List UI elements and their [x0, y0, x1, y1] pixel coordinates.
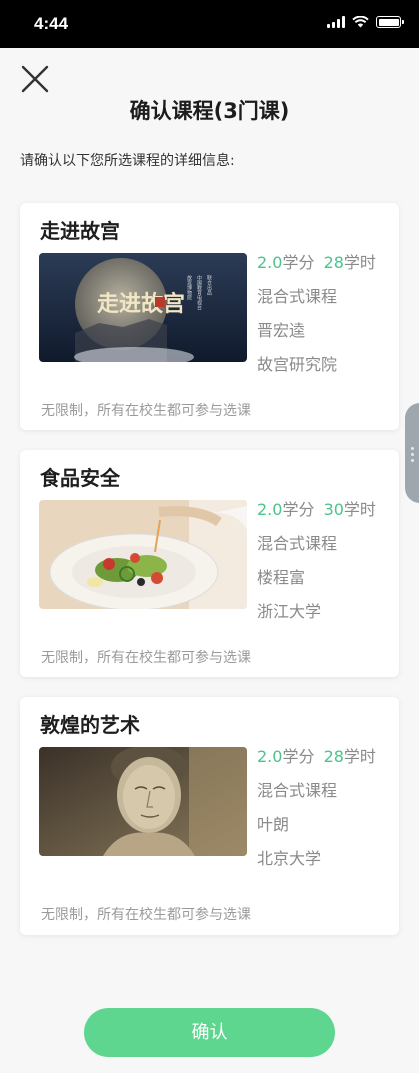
course-type: 混合式课程: [257, 781, 338, 800]
course-institution: 北京大学: [257, 849, 322, 868]
course-teacher: 叶朗: [257, 815, 290, 834]
course-info: 2.0学分 28学时 混合式课程 叶朗 北京大学: [257, 747, 376, 883]
course-institution: 故宫研究院: [257, 355, 338, 374]
course-title: 食品安全: [40, 466, 120, 490]
thumbnail-title-text: 走进故宫: [97, 291, 185, 317]
course-teacher: 楼程富: [257, 568, 306, 587]
course-card[interactable]: 食品安全 2.0学分 30学时 混合式课程 楼程富 浙江大学 无限制，所有在校生…: [20, 450, 399, 677]
course-credits-hours: 2.0学分 28学时: [257, 253, 376, 272]
status-time: 4:44: [34, 14, 69, 33]
side-drawer-handle[interactable]: [405, 403, 419, 503]
status-bar: 4:44: [0, 0, 419, 48]
course-type: 混合式课程: [257, 534, 338, 553]
course-thumbnail: 走进故宫 故宫博物院 中国教育电视台 联合出品: [39, 253, 247, 362]
course-restriction: 无限制，所有在校生都可参与选课: [41, 907, 251, 923]
course-title: 走进故宫: [40, 219, 120, 243]
course-teacher: 晋宏逵: [257, 321, 306, 340]
course-thumbnail: [39, 500, 247, 609]
wifi-icon: [352, 16, 369, 28]
status-icons: [327, 16, 404, 28]
signal-icon: [327, 16, 345, 28]
close-icon[interactable]: [18, 62, 52, 96]
course-restriction: 无限制，所有在校生都可参与选课: [41, 650, 251, 666]
course-info: 2.0学分 30学时 混合式课程 楼程富 浙江大学: [257, 500, 376, 636]
course-institution: 浙江大学: [257, 602, 322, 621]
course-restriction: 无限制，所有在校生都可参与选课: [41, 403, 251, 419]
svg-text:故宫博物院: 故宫博物院: [186, 274, 192, 301]
course-title: 敦煌的艺术: [40, 713, 140, 737]
course-thumbnail: [39, 747, 247, 856]
course-type: 混合式课程: [257, 287, 338, 306]
svg-text:联合出品: 联合出品: [206, 274, 212, 296]
course-card[interactable]: 走进故宫 走进故宫 故宫博物院 中国教育电视台 联合出品 2.0学分 28学时 …: [20, 203, 399, 430]
course-info: 2.0学分 28学时 混合式课程 晋宏逵 故宫研究院: [257, 253, 376, 389]
page-title: 确认课程(3门课): [129, 99, 290, 123]
page-subtitle: 请确认以下您所选课程的详细信息:: [20, 153, 235, 169]
course-credits-hours: 2.0学分 30学时: [257, 500, 376, 519]
svg-text:中国教育电视台: 中国教育电视台: [196, 274, 202, 311]
confirm-button[interactable]: 确认: [84, 1008, 335, 1057]
course-card[interactable]: 敦煌的艺术 2.0学分 28学时 混合式课程 叶朗 北京大学 无限制，所有在校生…: [20, 697, 399, 935]
battery-icon: [376, 16, 404, 28]
course-credits-hours: 2.0学分 28学时: [257, 747, 376, 766]
